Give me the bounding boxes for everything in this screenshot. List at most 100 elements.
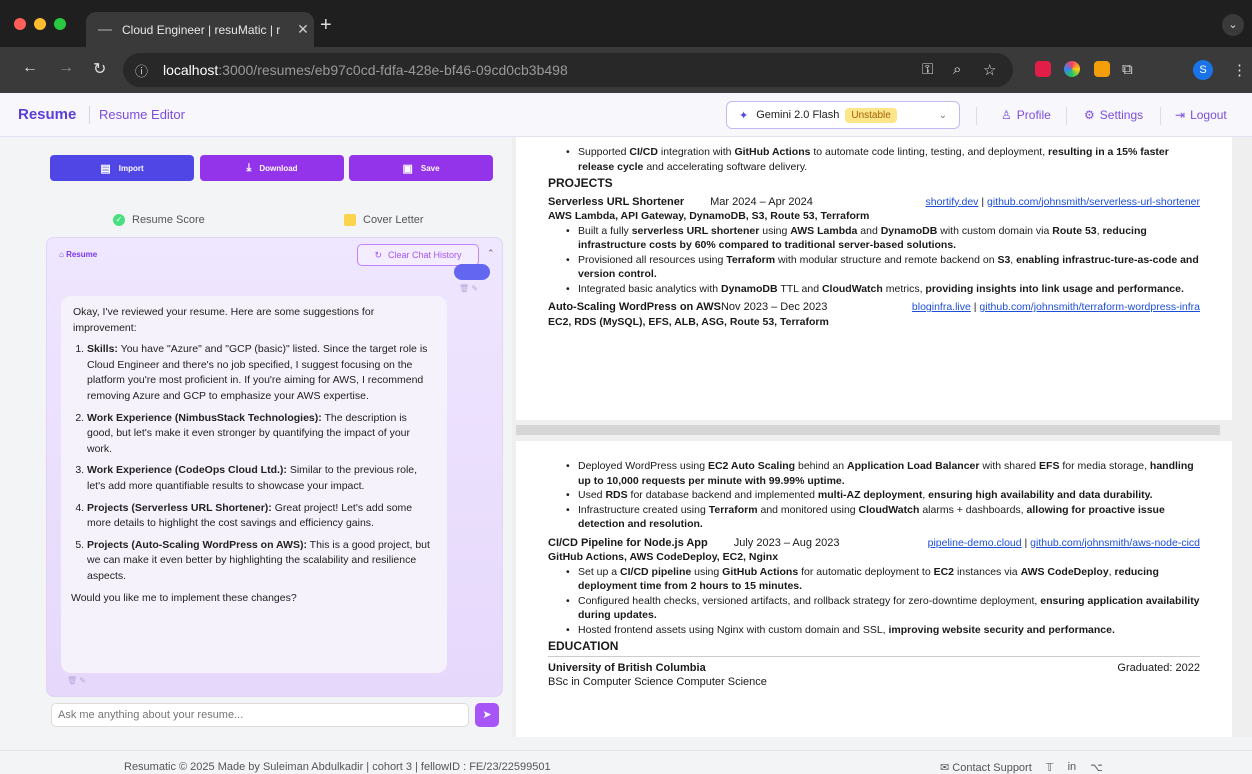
bookmark-star-icon[interactable]: ☆ <box>983 61 996 79</box>
link-separator: | <box>1021 536 1031 549</box>
experience-bullet: Supported CI/CD integration with GitHub … <box>548 145 1200 174</box>
project-dates: Mar 2024 – Apr 2024 <box>710 195 813 208</box>
resume-page-1: Supported CI/CD integration with GitHub … <box>516 137 1232 420</box>
linkedin-icon[interactable]: in <box>1068 761 1077 774</box>
twitter-icon[interactable]: 𝕋 <box>1046 761 1054 774</box>
download-button[interactable]: ⤓ Download <box>200 155 344 181</box>
extension-shield-icon[interactable] <box>1035 61 1051 77</box>
project-row: Serverless URL Shortener Mar 2024 – Apr … <box>548 195 1200 210</box>
zoom-window-button[interactable] <box>54 18 66 30</box>
check-circle-icon: ✓ <box>113 214 125 226</box>
link-separator: | <box>978 195 987 208</box>
project-link[interactable]: github.com/johnsmith/serverless-url-shor… <box>987 196 1200 208</box>
document-icon <box>344 214 356 226</box>
message-actions-icon[interactable]: 🗑 ✎ <box>67 676 86 685</box>
user-icon: ♙ <box>1001 108 1012 122</box>
page-title: Resume Editor <box>99 107 185 122</box>
import-label: Import <box>118 163 144 173</box>
brand-logo[interactable]: Resume <box>18 106 76 123</box>
send-icon[interactable]: ➤ <box>475 703 499 727</box>
minimize-window-button[interactable] <box>34 18 46 30</box>
browser-menu-icon[interactable]: ⋮ <box>1232 61 1247 79</box>
divider <box>1066 107 1067 125</box>
save-button[interactable]: ▣ Save <box>349 155 493 181</box>
resume-score-label: Resume Score <box>132 214 205 226</box>
address-bar[interactable]: ⓘ localhost:3000/resumes/eb97c0cd-fdfa-4… <box>123 53 1013 87</box>
footer-links: ✉ Contact Support 𝕋 in ⌥ <box>940 761 1103 774</box>
save-icon: ▣ <box>402 162 413 175</box>
extensions-puzzle-icon[interactable]: ⧉ <box>1122 61 1133 78</box>
settings-link[interactable]: ⚙ Settings <box>1084 108 1143 122</box>
gear-icon: ⚙ <box>1084 108 1095 122</box>
app-header: Resume Resume Editor ✦ Gemini 2.0 Flash … <box>0 93 1252 137</box>
project-tech: AWS Lambda, API Gateway, DynamoDB, S3, R… <box>548 210 870 222</box>
education-row: University of British Columbia Graduated… <box>548 661 1200 676</box>
chat-input[interactable] <box>51 703 469 727</box>
url-path: :3000/resumes/eb97c0cd-fdfa-428e-bf46-09… <box>218 62 568 78</box>
tab-search-icon[interactable]: ⌄ <box>1222 14 1244 36</box>
project-bullet: Hosted frontend assets using Nginx with … <box>548 623 1200 638</box>
password-key-icon[interactable]: ⚿ <box>922 61 933 78</box>
github-icon[interactable]: ⌥ <box>1090 761 1103 774</box>
project-tech: EC2, RDS (MySQL), EFS, ALB, ASG, Route 5… <box>548 315 829 328</box>
project-bullet: Set up a CI/CD pipeline using GitHub Act… <box>548 565 1200 594</box>
assistant-message: Okay, I've reviewed your resume. Here ar… <box>61 296 447 673</box>
education-heading: EDUCATION <box>548 639 1200 657</box>
extension-note-icon[interactable] <box>1094 61 1110 77</box>
refresh-icon: ↻ <box>374 249 382 260</box>
message-outro: Would you like me to implement these cha… <box>71 591 297 604</box>
logout-link[interactable]: ⇥ Logout <box>1175 108 1227 122</box>
browser-tab[interactable]: Cloud Engineer | resuMatic | r ✕ <box>86 12 314 47</box>
reload-icon[interactable]: ↻ <box>93 59 106 79</box>
close-window-button[interactable] <box>14 18 26 30</box>
site-info-icon[interactable]: ⓘ <box>135 61 153 80</box>
zoom-icon[interactable]: ⌕ <box>953 61 961 78</box>
resume-page-2: Deployed WordPress using EC2 Auto Scalin… <box>516 441 1232 737</box>
profile-avatar[interactable]: S <box>1193 60 1213 80</box>
school-name: University of British Columbia <box>548 661 706 674</box>
profile-label: Profile <box>1016 108 1051 122</box>
project-name: CI/CD Pipeline for Node.js App <box>548 536 708 549</box>
profile-link[interactable]: ♙ Profile <box>1001 108 1051 122</box>
tab-resume-score[interactable]: ✓ Resume Score <box>113 214 205 226</box>
footer: Resumatic © 2025 Made by Suleiman Abdulk… <box>0 750 1252 774</box>
project-link[interactable]: github.com/johnsmith/terraform-wordpress… <box>979 301 1200 313</box>
project-link[interactable]: bloginfra.live <box>912 301 971 313</box>
project-row: Auto-Scaling WordPress on AWS Nov 2023 –… <box>548 300 1200 315</box>
model-select[interactable]: ✦ Gemini 2.0 Flash Unstable ⌄ <box>726 101 960 129</box>
mail-icon: ✉ <box>940 762 950 774</box>
browser-tab-bar: Cloud Engineer | resuMatic | r ✕ + ⌄ <box>0 0 1252 47</box>
message-actions-icon[interactable]: 🗑 ✎ <box>459 284 478 293</box>
degree: BSc in Computer Science Computer Science <box>548 676 767 688</box>
project-name: Auto-Scaling WordPress on AWS <box>548 301 721 313</box>
chevron-up-icon[interactable]: ⌃ <box>487 248 495 259</box>
project-link[interactable]: shortify.dev <box>926 196 979 208</box>
project-link[interactable]: github.com/johnsmith/aws-node-cicd <box>1030 537 1200 549</box>
clear-chat-button[interactable]: ↻ Clear Chat History <box>357 244 479 266</box>
favicon-icon <box>98 28 112 31</box>
project-name: Serverless URL Shortener <box>548 195 685 208</box>
new-tab-icon[interactable]: + <box>320 14 332 37</box>
project-bullet: Provisioned all resources using Terrafor… <box>548 253 1200 282</box>
suggestion-heading: Work Experience (NimbusStack Technologie… <box>87 411 322 424</box>
project-bullet: Deployed WordPress using EC2 Auto Scalin… <box>548 459 1200 488</box>
list-item: Projects (Serverless URL Shortener): Gre… <box>87 501 435 532</box>
project-dates: Nov 2023 – Dec 2023 <box>720 301 828 313</box>
divider <box>976 107 977 125</box>
back-icon[interactable]: ← <box>22 59 38 77</box>
extension-color-icon[interactable] <box>1064 61 1080 77</box>
close-tab-icon[interactable]: ✕ <box>292 21 314 38</box>
project-dates: July 2023 – Aug 2023 <box>733 536 840 549</box>
tab-cover-letter[interactable]: Cover Letter <box>344 214 424 226</box>
project-link[interactable]: pipeline-demo.cloud <box>928 537 1022 549</box>
project-row: CI/CD Pipeline for Node.js App July 2023… <box>548 536 1200 551</box>
project-bullet: Built a fully serverless URL shortener u… <box>548 224 1200 253</box>
forward-icon[interactable]: → <box>58 59 74 77</box>
settings-label: Settings <box>1099 108 1144 122</box>
import-button[interactable]: ▤ Import <box>50 155 194 181</box>
projects-heading: PROJECTS <box>548 176 613 190</box>
project-tech: GitHub Actions, AWS CodeDeploy, EC2, Ngi… <box>548 551 779 563</box>
contact-support-link[interactable]: ✉ Contact Support <box>940 761 1032 774</box>
suggestion-heading: Projects (Serverless URL Shortener): <box>87 501 272 514</box>
divider <box>1160 107 1161 125</box>
